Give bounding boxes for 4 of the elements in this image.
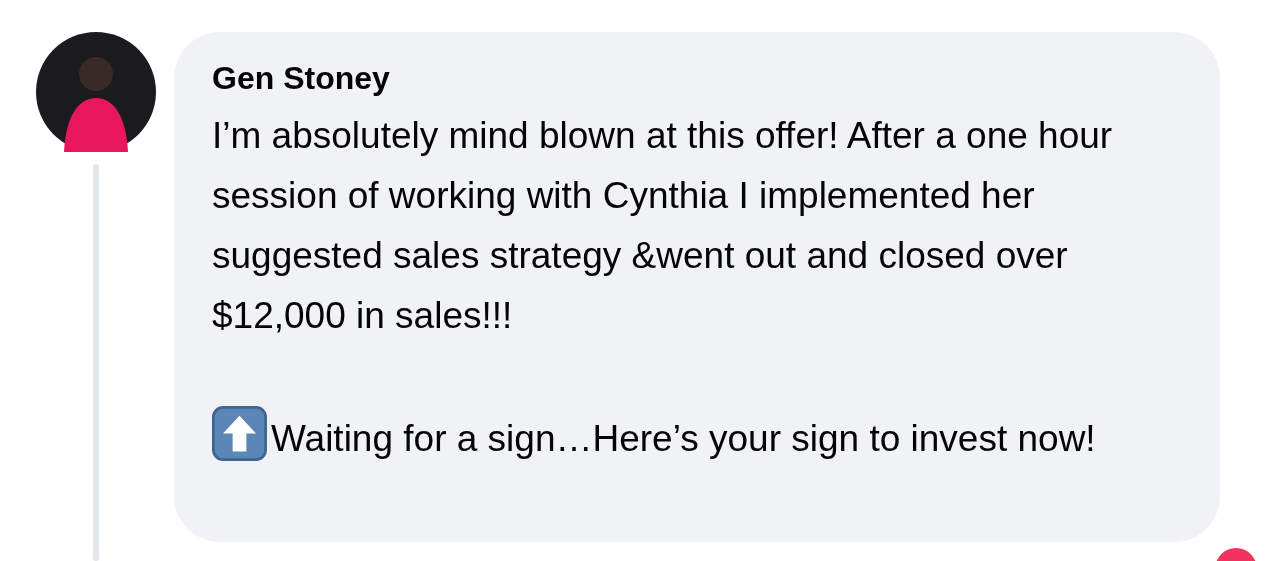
avatar-silhouette[interactable]: [36, 32, 156, 152]
comment-text: Waiting for a sign…Here’s your sign to invest now!: [271, 418, 1096, 459]
comment-text: I’m absolutely mind blown at this offer! After a one hour session of working with Cynthia I implemented her suggested sales strategy &went out and closed over $12,000 in sales!!!: [212, 114, 1114, 338]
author-name[interactable]: Gen Stoney: [212, 58, 1180, 98]
